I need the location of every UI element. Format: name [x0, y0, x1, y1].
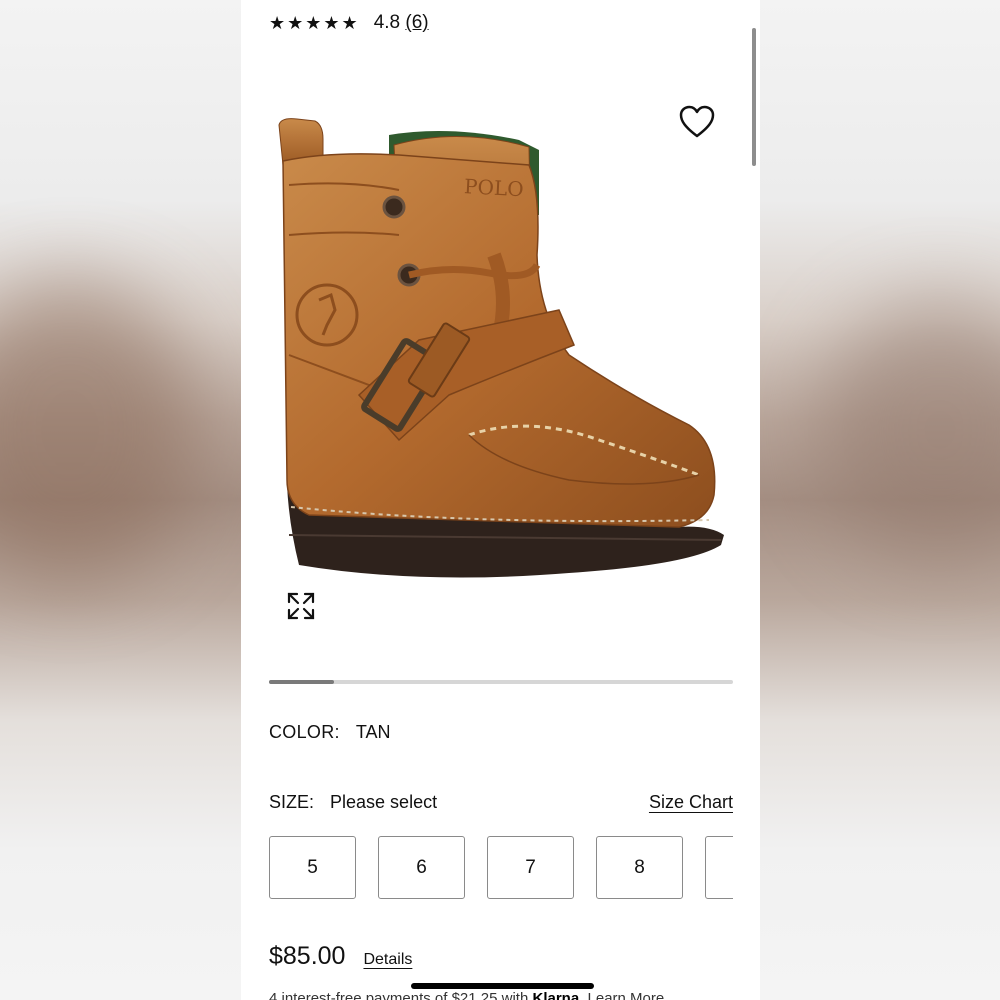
- boot-brand-emboss: POLO: [464, 174, 525, 201]
- product-page: ★★★★★ 4.8 (6) POLO COLOR: TAN SIZE: Plea…: [241, 0, 760, 1000]
- rating[interactable]: ★★★★★ 4.8 (6): [269, 12, 429, 34]
- size-option[interactable]: [705, 836, 733, 899]
- rating-stars: ★★★★★: [269, 12, 360, 33]
- price: $85.00: [269, 942, 346, 970]
- scrollbar[interactable]: [752, 28, 756, 166]
- size-option[interactable]: 7: [487, 836, 574, 899]
- price-row: $85.00 Details: [269, 942, 412, 971]
- carousel-progress-fill: [269, 680, 334, 684]
- learn-more-link[interactable]: Learn More: [588, 990, 665, 1000]
- size-label: SIZE:: [269, 792, 315, 812]
- expand-icon[interactable]: [285, 590, 317, 622]
- boot-image: POLO: [278, 118, 724, 578]
- heart-icon[interactable]: [679, 105, 715, 139]
- product-image[interactable]: POLO: [269, 95, 734, 655]
- size-options: 5 6 7 8: [269, 836, 733, 900]
- size-option[interactable]: 5: [269, 836, 356, 899]
- size-option[interactable]: 6: [378, 836, 465, 899]
- size-option[interactable]: 8: [596, 836, 683, 899]
- background-right: [760, 0, 1000, 1000]
- klarna-label: Klarna: [532, 990, 580, 1000]
- size-header: SIZE: Please select Size Chart: [269, 792, 733, 813]
- color-selector: COLOR: TAN: [269, 722, 390, 743]
- image-carousel-progress[interactable]: [269, 680, 733, 684]
- size-value: Please select: [330, 792, 438, 812]
- background-left: [0, 0, 241, 1000]
- installment-info: 4 interest-free payments of $21.25 with …: [269, 990, 664, 1000]
- home-indicator: [411, 983, 594, 989]
- size-chart-link[interactable]: Size Chart: [649, 792, 733, 813]
- color-value: TAN: [355, 722, 391, 742]
- color-label: COLOR:: [269, 722, 340, 742]
- rating-value: 4.8: [373, 12, 401, 33]
- installment-text: 4 interest-free payments of $21.25 with: [269, 990, 529, 1000]
- rating-count[interactable]: (6): [405, 12, 428, 33]
- price-details-link[interactable]: Details: [363, 951, 412, 969]
